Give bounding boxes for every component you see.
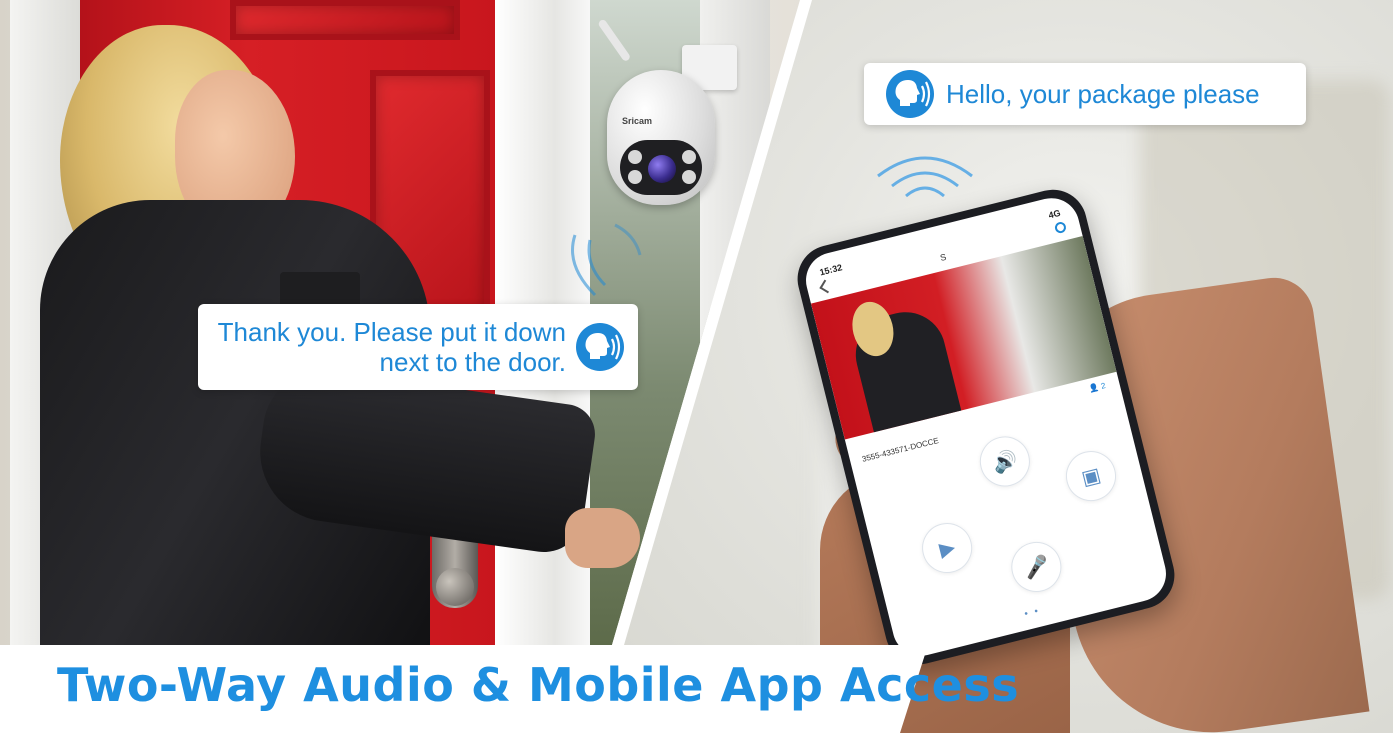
scene-divider — [612, 0, 812, 645]
headline: Two-Way Audio & Mobile App Access — [57, 658, 1020, 712]
product-banner: Sricam 15:32 4G S 👤 2 3555-433571-DOCCE … — [0, 0, 1393, 733]
